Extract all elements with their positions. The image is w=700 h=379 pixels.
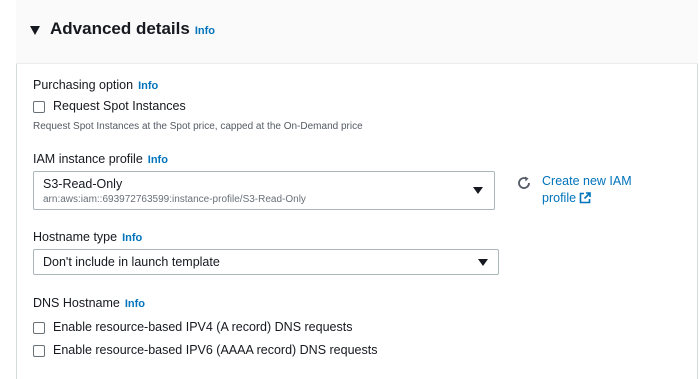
hostname-type-selected: Don't include in launch template — [43, 255, 220, 269]
refresh-icon[interactable] — [516, 175, 532, 191]
hostname-type-text: Hostname type — [33, 230, 118, 244]
iam-profile-text: IAM instance profile — [33, 152, 143, 166]
ipv4-dns-checkbox[interactable] — [33, 322, 45, 334]
dns-info-link[interactable]: Info — [125, 298, 145, 310]
purchasing-option-text: Purchasing option — [33, 78, 134, 92]
iam-profile-selected-arn: arn:aws:iam::693972763599:instance-profi… — [43, 194, 306, 205]
create-iam-profile-link[interactable]: Create new IAM profile — [542, 173, 652, 207]
advanced-details-header[interactable]: Advanced details Info — [16, 0, 698, 64]
hostname-info-link[interactable]: Info — [122, 232, 142, 244]
section-title-text: Advanced details — [50, 19, 190, 38]
ipv4-dns-label[interactable]: Enable resource-based IPV4 (A record) DN… — [53, 320, 352, 334]
caret-down-icon[interactable] — [30, 26, 40, 35]
spot-instances-label[interactable]: Request Spot Instances — [53, 99, 186, 113]
ipv6-dns-checkbox[interactable] — [33, 345, 45, 357]
hostname-type-label: Hostname type Info — [33, 230, 142, 244]
ipv6-dns-label[interactable]: Enable resource-based IPV6 (AAAA record)… — [53, 343, 377, 357]
iam-profile-select[interactable]: S3-Read-Only arn:aws:iam::693972763599:i… — [33, 171, 495, 210]
external-link-icon — [579, 192, 591, 204]
hostname-type-select[interactable]: Don't include in launch template — [33, 249, 499, 275]
section-title: Advanced details Info — [50, 19, 215, 39]
dns-hostname-text: DNS Hostname — [33, 296, 120, 310]
iam-profile-selected-name: S3-Read-Only — [43, 177, 123, 191]
section-info-link[interactable]: Info — [195, 25, 215, 37]
dropdown-arrow-icon — [473, 187, 483, 194]
purchasing-option-label: Purchasing option Info — [33, 78, 158, 92]
purchasing-info-link[interactable]: Info — [138, 80, 158, 92]
spot-instances-checkbox[interactable] — [33, 101, 45, 113]
dropdown-arrow-icon — [478, 259, 488, 266]
iam-profile-label: IAM instance profile Info — [33, 152, 168, 166]
dns-hostname-label: DNS Hostname Info — [33, 296, 145, 310]
iam-info-link[interactable]: Info — [148, 154, 168, 166]
spot-instances-description: Request Spot Instances at the Spot price… — [33, 121, 363, 132]
